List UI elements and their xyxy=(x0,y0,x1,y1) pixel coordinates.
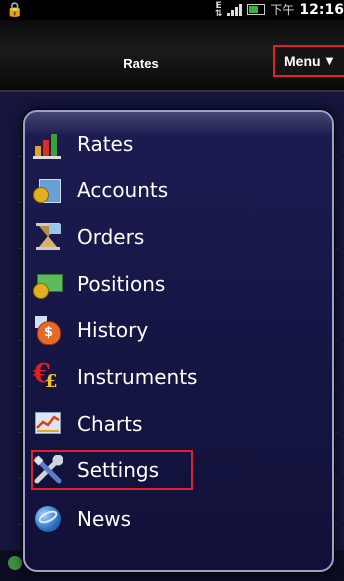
accounts-book-icon xyxy=(33,175,63,205)
lock-icon: 🔒 xyxy=(6,2,24,18)
menu-item-positions[interactable]: Positions xyxy=(33,262,323,306)
menu-item-label: Positions xyxy=(77,272,166,296)
menu-item-label: News xyxy=(77,507,132,531)
menu-item-accounts[interactable]: Accounts xyxy=(33,168,323,212)
time-prefix: 下午 xyxy=(270,3,295,17)
menu-item-label: Instruments xyxy=(77,365,198,389)
menu-item-news[interactable]: News xyxy=(33,497,323,541)
status-bar: 🔒 E ⇅ 下午 12:16 xyxy=(0,0,344,20)
menu-item-charts[interactable]: Charts xyxy=(33,402,323,446)
battery-icon xyxy=(247,4,266,15)
tools-icon xyxy=(33,455,63,485)
page-title: Rates xyxy=(123,56,159,71)
signal-icon xyxy=(227,3,243,16)
menu-item-orders[interactable]: Orders xyxy=(33,215,323,259)
data-e-icon: E ⇅ xyxy=(214,0,223,19)
menu-item-label: Settings xyxy=(77,458,160,482)
menu-item-label: Accounts xyxy=(77,178,169,202)
menu-item-label: Rates xyxy=(77,132,134,156)
menu-item-settings[interactable]: Settings xyxy=(31,450,193,490)
menu-item-instruments[interactable]: € £ Instruments xyxy=(33,355,323,399)
menu-item-label: Orders xyxy=(77,225,145,249)
status-dot-icon xyxy=(8,556,22,570)
status-icons: E ⇅ 下午 12:16 xyxy=(215,1,344,18)
money-coins-icon xyxy=(33,269,63,299)
options-menu: Rates Accounts Orders Positions $ Histor… xyxy=(23,110,334,572)
bar-chart-icon xyxy=(33,129,63,159)
clock: 12:16 xyxy=(299,1,344,18)
hourglass-icon xyxy=(33,222,63,252)
menu-item-label: Charts xyxy=(77,412,143,436)
globe-icon xyxy=(33,504,63,534)
line-chart-icon xyxy=(33,409,63,439)
menu-item-rates[interactable]: Rates xyxy=(33,122,323,166)
currency-icon: € £ xyxy=(33,359,58,392)
money-bag-icon: $ xyxy=(33,315,63,345)
menu-item-label: History xyxy=(77,318,149,342)
menu-item-history[interactable]: $ History xyxy=(33,308,323,352)
caret-down-icon: ▼ xyxy=(325,55,334,67)
menu-button-label: Menu xyxy=(284,53,321,69)
menu-button[interactable]: Menu ▼ xyxy=(273,45,344,77)
